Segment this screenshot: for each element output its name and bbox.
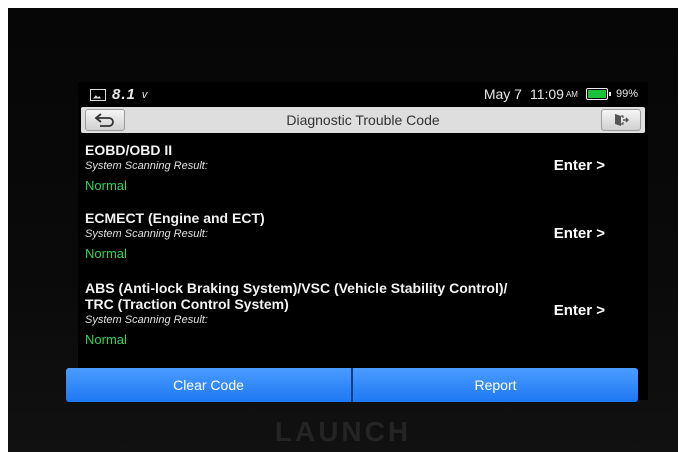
status-date: May 7 — [483, 86, 522, 102]
system-list: EOBD/OBD II System Scanning Result: Norm… — [85, 142, 641, 362]
image-icon — [90, 88, 106, 101]
scan-status: Normal — [85, 332, 127, 347]
system-name-line1: ABS (Anti-lock Braking System)/VSC (Vehi… — [85, 280, 508, 296]
system-name: ECMECT (Engine and ECT) — [85, 210, 265, 226]
exit-door-icon — [615, 114, 629, 126]
status-bar: 8.1 v May 7 11:09 AM 99% — [78, 82, 648, 106]
system-name: EOBD/OBD II — [85, 142, 173, 158]
page-title: Diagnostic Trouble Code — [286, 112, 440, 128]
enter-button[interactable]: Enter > — [554, 302, 605, 319]
battery-icon — [585, 88, 611, 100]
brand-logo: LAUNCH — [274, 416, 412, 447]
report-button[interactable]: Report — [351, 368, 638, 402]
exit-button[interactable] — [601, 109, 641, 131]
status-ampm: AM — [565, 89, 578, 99]
status-right: May 7 11:09 AM 99% — [484, 86, 638, 102]
scanner-device: 8.1 v May 7 11:09 AM 99% Diagnostic Trou… — [8, 8, 678, 452]
system-row-eobd: EOBD/OBD II System Scanning Result: Norm… — [85, 142, 641, 210]
screen: 8.1 v May 7 11:09 AM 99% Diagnostic Trou… — [78, 82, 648, 400]
enter-button[interactable]: Enter > — [554, 225, 605, 242]
system-row-ecmect: ECMECT (Engine and ECT) System Scanning … — [85, 210, 641, 280]
enter-button[interactable]: Enter > — [554, 157, 605, 174]
title-bar: Diagnostic Trouble Code — [81, 107, 645, 133]
battery-percent: 99% — [615, 88, 638, 100]
action-bar: Clear Code Report — [66, 368, 638, 402]
version-suffix: v — [141, 88, 148, 101]
system-row-abs: ABS (Anti-lock Braking System)/VSC (Vehi… — [85, 280, 641, 362]
scan-status: Normal — [85, 246, 127, 261]
clear-code-button[interactable]: Clear Code — [66, 368, 351, 402]
status-time: 11:09 — [529, 86, 564, 102]
scan-status: Normal — [85, 178, 127, 193]
status-left: 8.1 v — [90, 86, 147, 103]
software-version: 8.1 — [112, 86, 136, 103]
